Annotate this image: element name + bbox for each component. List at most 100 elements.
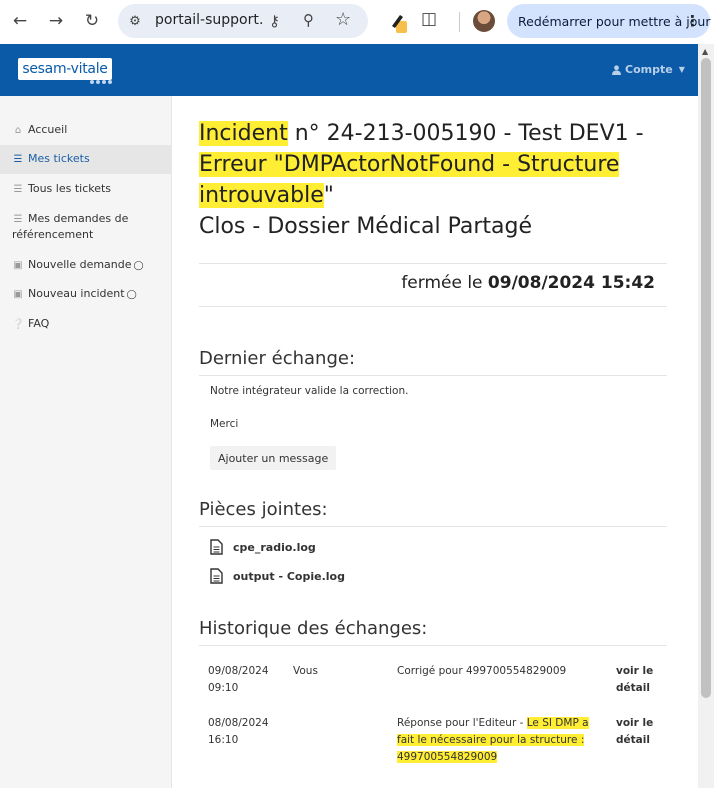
attachment-name[interactable]: output - Copie.log [233,570,345,583]
file-icon [210,539,223,555]
sidebar-item-label-line1: Mes demandes de [28,212,129,225]
site-settings-icon[interactable]: ⚙ [126,12,144,30]
sesam-vitale-logo[interactable]: sesam-vitale [18,58,112,80]
sidebar-item-mes-tickets[interactable]: ☰ Mes tickets [0,145,172,174]
last-exchange-heading: Dernier échange: [199,348,356,369]
view-detail-link[interactable]: voir le détail [616,715,666,749]
history-date: 09/08/2024 09:10 [208,663,278,697]
toolbar-divider [459,12,460,32]
chat-bubble-icon: ◯ [126,290,137,300]
address-bar[interactable]: ⚙ portail-support… ⚷ ⚲ ☆ [118,4,368,38]
list-icon: ☰ [13,154,23,165]
view-detail-line2[interactable]: détail [616,732,666,749]
divider [199,306,667,307]
scroll-up-arrow-icon[interactable]: ▲ [702,47,708,56]
attachments-heading: Pièces jointes: [199,499,328,520]
history-subject: Réponse pour l'Editeur - Le SI DMP a fai… [397,715,592,766]
question-icon: ❔ [12,319,25,330]
history-date-day: 09/08/2024 [208,665,269,677]
view-detail-line1[interactable]: voir le [616,715,666,732]
add-message-button[interactable]: Ajouter un message [210,446,337,470]
ticket-status: Clos - Dossier Médical Partagé [199,214,533,239]
divider [199,375,667,376]
site-header: sesam-vitale Compte ▼ [0,44,698,96]
list-icon: ☰ [13,214,23,225]
view-detail-line2[interactable]: détail [616,680,666,697]
sidebar-item-label-line2: référencement [12,228,94,241]
pen-extension-icon[interactable] [388,10,410,34]
history-author: Vous [293,665,318,677]
update-label: Redémarrer pour mettre à jour [518,13,711,29]
sidebar-item-tous-les-tickets[interactable]: ☰ Tous les tickets [0,181,172,197]
history-heading: Historique des échanges: [199,618,428,639]
back-arrow-icon[interactable]: ← [8,9,32,33]
briefcase-icon: ▣ [13,289,23,300]
scroll-thumb[interactable] [701,58,711,698]
table-row: 08/08/2024 16:10 Réponse pour l'Editeur … [199,715,667,771]
attachment-link[interactable]: cpe_radio.log [210,539,316,555]
chat-bubble-icon: ◯ [133,261,144,271]
last-message-line2: Merci [210,418,239,430]
briefcase-icon: ▣ [13,260,23,271]
extensions-puzzle-icon[interactable]: ◫ [421,9,437,29]
forward-arrow-icon[interactable]: → [44,9,68,33]
sidebar: ⌂ Accueil ☰ Mes tickets ☰ Tous les ticke… [0,96,172,788]
title-error: Erreur "DMPActorNotFound - Structure [199,152,620,177]
profile-avatar[interactable] [473,10,495,32]
logo-dots [90,80,112,84]
divider [199,526,667,527]
history-date-time: 16:10 [208,734,239,746]
sidebar-item-label: Nouveau incident [28,287,125,300]
history-subject-highlight: 499700554829009 [397,751,498,763]
sidebar-item-label: FAQ [28,317,50,330]
password-key-icon[interactable]: ⚷ [269,12,280,30]
home-icon: ⌂ [14,125,22,136]
url-text[interactable]: portail-support… [155,12,265,28]
sidebar-item-accueil[interactable]: ⌂ Accueil [0,122,172,138]
closed-prefix: fermée le [401,273,488,293]
sidebar-item-label: Tous les tickets [28,182,112,195]
last-message-line1: Notre intégrateur valide la correction. [210,385,409,397]
title-incident-word: Incident [199,121,288,146]
sidebar-item-mes-demandes[interactable]: ☰ Mes demandes de référencement [0,211,172,243]
view-detail-line1[interactable]: voir le [616,663,666,680]
file-icon [210,568,223,584]
account-menu[interactable]: Compte ▼ [612,63,685,76]
view-detail-link[interactable]: voir le détail [616,663,666,697]
divider [199,263,667,264]
user-icon [612,64,621,75]
caret-down-icon: ▼ [678,65,685,74]
closed-date: 09/08/2024 15:42 [487,273,655,293]
sidebar-item-label: Mes tickets [28,152,90,165]
title-number: n° 24-213-005190 - Test DEV1 - [287,121,644,146]
sidebar-item-nouveau-incident[interactable]: ▣ Nouveau incident ◯ [0,286,172,303]
closed-date-line: fermée le 09/08/2024 15:42 [401,273,655,293]
menu-dots-icon[interactable]: ⋮ [685,12,700,30]
history-subject-prefix: Réponse pour l'Editeur - [397,717,527,729]
sidebar-item-label: Accueil [28,123,68,136]
page-title: Incident n° 24-213-005190 - Test DEV1 - … [199,118,669,242]
title-error-cont: introuvable [199,183,324,208]
title-quote: " [323,183,334,208]
history-subject: Corrigé pour 499700554829009 [397,665,567,677]
attachment-link[interactable]: output - Copie.log [210,568,345,584]
history-date: 08/08/2024 16:10 [208,715,278,749]
sidebar-item-faq[interactable]: ❔ FAQ [0,316,172,332]
history-subject-highlight: fait le nécessaire pour la structure : [397,734,585,746]
history-date-day: 08/08/2024 [208,717,269,729]
scrollbar[interactable]: ▲ [698,44,714,788]
account-label: Compte [625,63,673,76]
bookmark-star-icon[interactable]: ☆ [335,9,351,30]
sidebar-item-label: Nouvelle demande [28,258,132,271]
update-button[interactable]: Redémarrer pour mettre à jour ⋮ [507,4,711,38]
table-row: 09/08/2024 09:10 Vous Corrigé pour 49970… [199,663,667,703]
sidebar-item-nouvelle-demande[interactable]: ▣ Nouvelle demande ◯ [0,257,172,274]
history-date-time: 09:10 [208,682,239,694]
attachment-name[interactable]: cpe_radio.log [233,541,316,554]
list-icon: ☰ [13,184,23,195]
divider [199,645,667,646]
reload-icon[interactable]: ↻ [80,9,104,33]
history-subject-highlight: Le SI DMP a [526,717,589,729]
zoom-icon[interactable]: ⚲ [303,11,314,29]
browser-toolbar: ← → ↻ ⚙ portail-support… ⚷ ⚲ ☆ ◫ Redémar… [0,0,714,44]
